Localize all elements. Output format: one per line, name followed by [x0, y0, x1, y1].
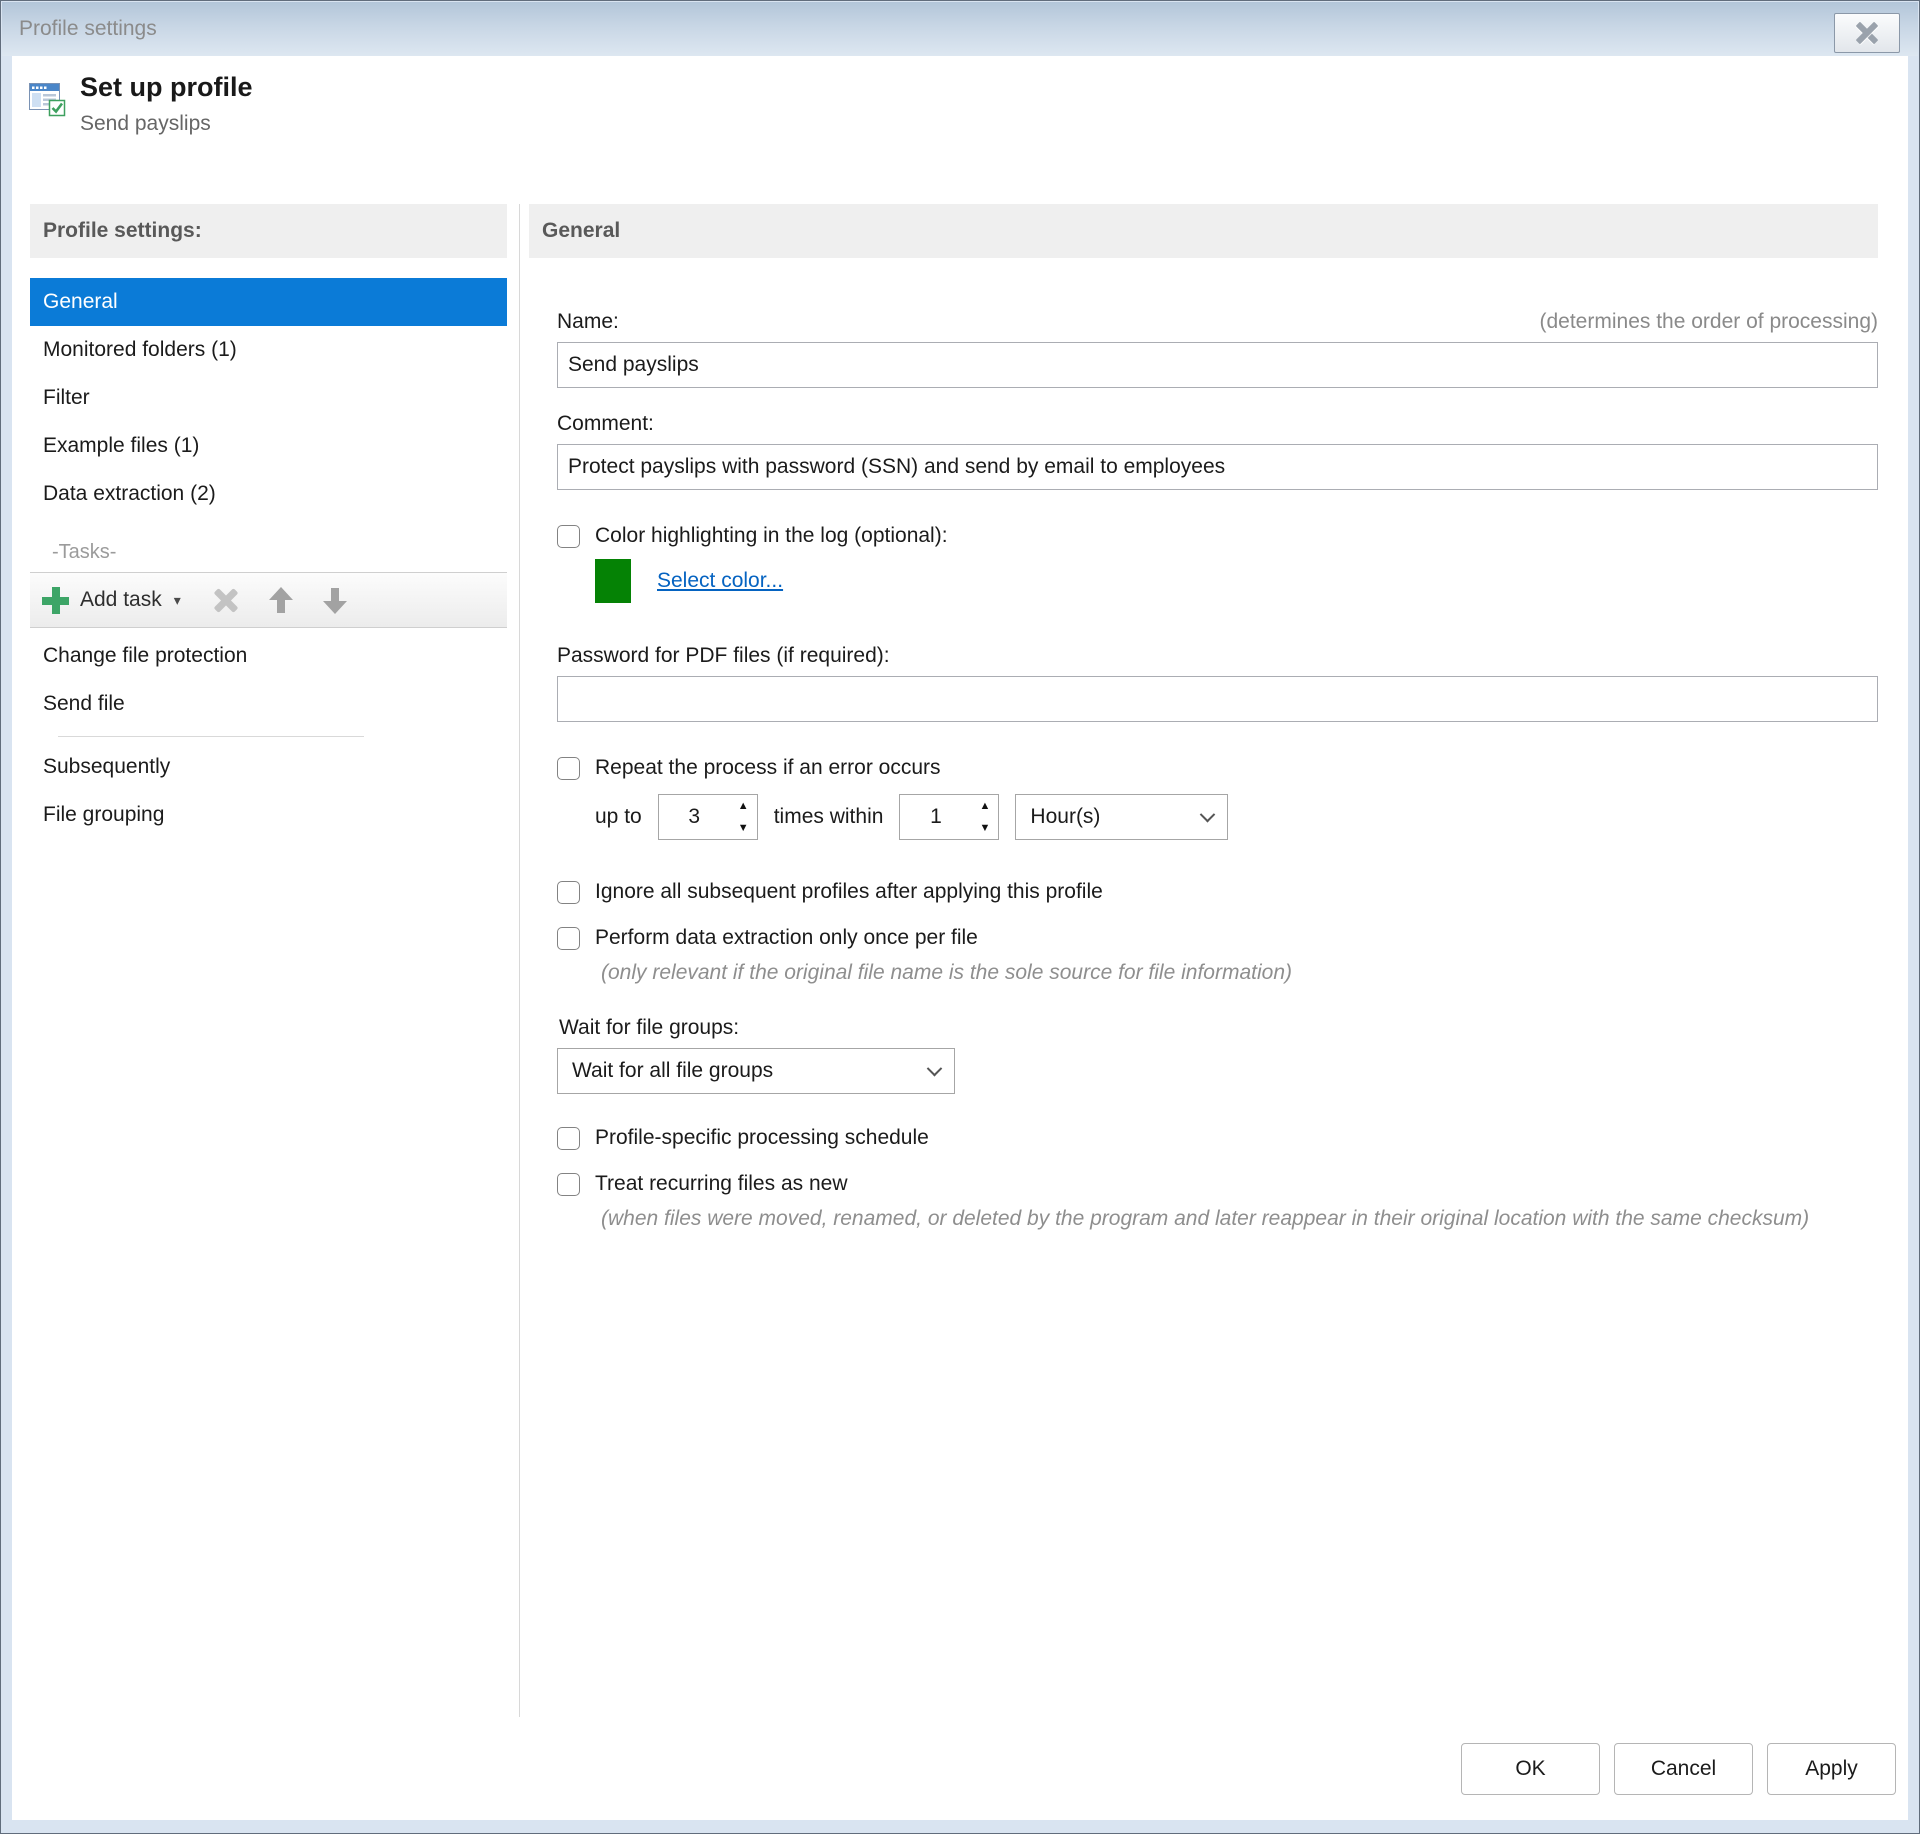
sidebar-list: General Monitored folders (1) Filter Exa… [30, 278, 507, 518]
spin-down-icon[interactable]: ▼ [971, 817, 998, 839]
ok-button[interactable]: OK [1461, 1743, 1600, 1795]
repeat-label: Repeat the process if an error occurs [595, 756, 941, 780]
sidebar-item-file-grouping[interactable]: File grouping [30, 791, 507, 839]
chevron-down-icon: ▾ [174, 592, 181, 609]
up-to-label: up to [595, 805, 642, 829]
recurring-label: Treat recurring files as new [595, 1172, 847, 1196]
retry-count-value: 3 [659, 795, 730, 839]
move-task-up-button[interactable] [269, 587, 293, 614]
sidebar-item-filter[interactable]: Filter [30, 374, 507, 422]
profile-window-icon [26, 77, 68, 119]
add-task-label: Add task [80, 588, 162, 612]
spin-up-icon[interactable]: ▲ [730, 795, 757, 817]
times-within-label: times within [774, 805, 884, 829]
apply-button[interactable]: Apply [1767, 1743, 1896, 1795]
extraction-once-row: Perform data extraction only once per fi… [557, 926, 1878, 950]
extraction-once-note: (only relevant if the original file name… [601, 958, 1878, 988]
page-title: Set up profile [80, 72, 253, 103]
close-button[interactable] [1834, 13, 1900, 53]
name-input[interactable] [557, 342, 1878, 388]
footer-buttons: OK Cancel Apply [1461, 1743, 1896, 1795]
sidebar-item-example-files[interactable]: Example files (1) [30, 422, 507, 470]
task-list: Change file protection Send file [30, 632, 507, 728]
name-hint: (determines the order of processing) [1540, 310, 1879, 334]
add-task-button[interactable]: Add task ▾ [42, 587, 181, 614]
spin-up-icon[interactable]: ▲ [971, 795, 998, 817]
titlebar: Profile settings [2, 2, 1918, 56]
profile-settings-dialog: Profile settings Set up profile Send [0, 0, 1920, 1834]
extraction-once-label: Perform data extraction only once per fi… [595, 926, 978, 950]
plus-icon [42, 587, 69, 614]
schedule-checkbox[interactable] [557, 1127, 580, 1150]
within-count-spinner[interactable]: 1 ▲ ▼ [899, 794, 999, 840]
comment-input[interactable] [557, 444, 1878, 490]
wait-groups-label: Wait for file groups: [559, 1016, 1878, 1040]
within-count-buttons: ▲ ▼ [971, 795, 998, 839]
ignore-subsequent-row: Ignore all subsequent profiles after app… [557, 880, 1878, 904]
panel-heading: General [529, 204, 1878, 258]
sidebar-item-general[interactable]: General [30, 278, 507, 326]
window-title: Profile settings [2, 2, 1918, 41]
time-unit-dropdown[interactable]: Hour(s) [1015, 794, 1228, 840]
general-panel: General Name: (determines the order of p… [529, 204, 1878, 1235]
name-label-row: Name: (determines the order of processin… [557, 310, 1878, 334]
retry-count-buttons: ▲ ▼ [730, 795, 757, 839]
repeat-checkbox[interactable] [557, 757, 580, 780]
password-label: Password for PDF files (if required): [557, 644, 1878, 668]
within-count-value: 1 [900, 795, 971, 839]
wait-groups-value: Wait for all file groups [572, 1059, 773, 1083]
sidebar-heading: Profile settings: [30, 204, 507, 258]
cancel-button[interactable]: Cancel [1614, 1743, 1753, 1795]
comment-label: Comment: [557, 412, 1878, 436]
time-unit-value: Hour(s) [1030, 805, 1100, 829]
move-task-down-button[interactable] [323, 587, 347, 614]
name-label: Name: [557, 310, 619, 334]
extraction-once-checkbox[interactable] [557, 927, 580, 950]
spin-down-icon[interactable]: ▼ [730, 817, 757, 839]
chevron-down-icon [1200, 806, 1216, 822]
task-item-change-file-protection[interactable]: Change file protection [30, 632, 507, 680]
password-input[interactable] [557, 676, 1878, 722]
sidebar-item-subsequently[interactable]: Subsequently [30, 743, 507, 791]
select-color-row: Select color... [595, 558, 1878, 604]
close-icon [1856, 22, 1878, 44]
tasks-section-label: -Tasks- [30, 532, 507, 572]
tasks-toolbar: Add task ▾ [30, 572, 507, 628]
recurring-note: (when files were moved, renamed, or dele… [601, 1204, 1846, 1234]
schedule-label: Profile-specific processing schedule [595, 1126, 929, 1150]
delete-task-button[interactable] [213, 587, 239, 613]
task-item-send-file[interactable]: Send file [30, 680, 507, 728]
sidebar-bottom-list: Subsequently File grouping [30, 743, 507, 839]
repeat-row: Repeat the process if an error occurs [557, 756, 1878, 780]
select-color-link[interactable]: Select color... [657, 569, 783, 593]
sidebar: Profile settings: General Monitored fold… [30, 204, 507, 839]
recurring-checkbox[interactable] [557, 1173, 580, 1196]
sidebar-item-monitored-folders[interactable]: Monitored folders (1) [30, 326, 507, 374]
color-swatch [595, 559, 631, 603]
color-highlighting-row: Color highlighting in the log (optional)… [557, 524, 1878, 548]
dialog-header: Set up profile Send payslips [12, 56, 1908, 204]
sidebar-separator [58, 736, 364, 737]
ignore-subsequent-label: Ignore all subsequent profiles after app… [595, 880, 1103, 904]
dialog-content: Set up profile Send payslips Profile set… [12, 56, 1908, 1820]
retry-count-spinner[interactable]: 3 ▲ ▼ [658, 794, 758, 840]
wait-groups-dropdown[interactable]: Wait for all file groups [557, 1048, 955, 1094]
schedule-row: Profile-specific processing schedule [557, 1126, 1878, 1150]
sidebar-item-data-extraction[interactable]: Data extraction (2) [30, 470, 507, 518]
repeat-settings-row: up to 3 ▲ ▼ times within 1 ▲ ▼ [595, 794, 1878, 840]
color-highlighting-checkbox[interactable] [557, 525, 580, 548]
page-subtitle: Send payslips [80, 112, 211, 136]
recurring-row: Treat recurring files as new [557, 1172, 1878, 1196]
pane-divider [519, 204, 520, 1717]
chevron-down-icon [927, 1061, 943, 1077]
color-highlighting-label: Color highlighting in the log (optional)… [595, 524, 948, 548]
ignore-subsequent-checkbox[interactable] [557, 881, 580, 904]
